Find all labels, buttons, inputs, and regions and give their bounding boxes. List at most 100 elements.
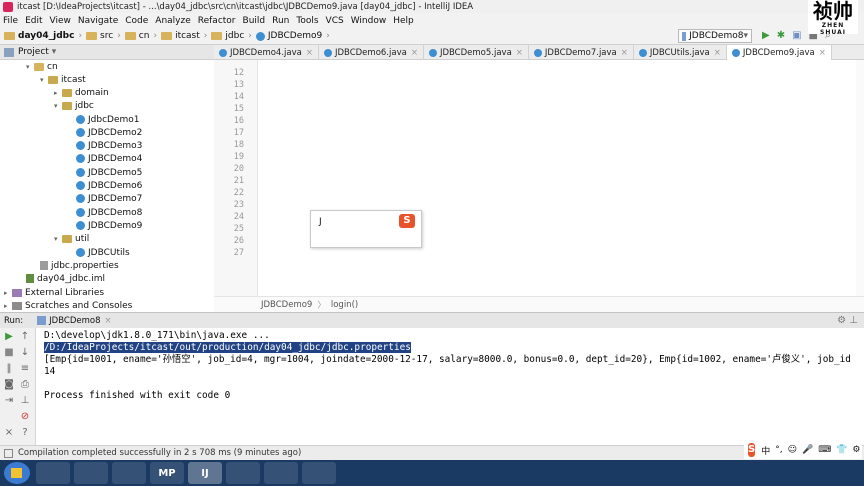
breadcrumb-src[interactable]: src ›	[86, 31, 121, 41]
breadcrumb-itcast[interactable]: itcast ›	[161, 31, 207, 41]
code-editor[interactable]	[258, 60, 858, 296]
project-panel-title[interactable]: Project	[18, 47, 49, 57]
breadcrumb-method[interactable]: login()	[331, 300, 358, 310]
taskbar-app-browser[interactable]	[112, 462, 146, 484]
tab-jdbcdemo5[interactable]: JDBCDemo5.java ×	[424, 45, 529, 60]
console-output[interactable]: D:\develop\jdk1.8.0_171\bin\java.exe ...…	[36, 328, 864, 445]
run-icon[interactable]: ▶	[762, 30, 770, 41]
ime-input-popup[interactable]: J S	[310, 210, 422, 248]
run-configuration-select[interactable]: JDBCDemo8 ▾	[678, 29, 752, 43]
tab-jdbcdemo4[interactable]: JDBCDemo4.java ×	[214, 45, 319, 60]
rerun-icon[interactable]: ▶	[4, 332, 14, 342]
menu-build[interactable]: Build	[243, 16, 266, 26]
menu-window[interactable]: Window	[351, 16, 387, 26]
close-icon[interactable]: ×	[411, 48, 418, 58]
keyboard-icon[interactable]: ⌨	[818, 445, 831, 455]
menu-help[interactable]: Help	[393, 16, 414, 26]
taskbar-app-image-viewer[interactable]	[302, 462, 336, 484]
close-icon[interactable]: ×	[714, 48, 721, 58]
ime-mode-icon[interactable]: 中	[761, 444, 770, 457]
breadcrumb-project[interactable]: day04_jdbc ›	[4, 31, 82, 41]
tree-node-cn[interactable]: ▾ cn	[26, 60, 58, 73]
taskbar-app-file-explorer[interactable]	[74, 462, 108, 484]
tree-node-itcast[interactable]: ▾ itcast	[40, 73, 86, 86]
menu-refactor[interactable]: Refactor	[198, 16, 236, 26]
menu-file[interactable]: File	[3, 16, 18, 26]
taskbar-app-visual-studio[interactable]	[226, 462, 260, 484]
tab-jdbcdemo6[interactable]: JDBCDemo6.java ×	[319, 45, 424, 60]
arrow-up-icon[interactable]: ↑	[20, 332, 30, 342]
run-tab[interactable]: JDBCDemo8 ×	[37, 316, 112, 326]
tab-jdbcdemo7[interactable]: JDBCDemo7.java ×	[529, 45, 634, 60]
pin-icon[interactable]: ⊥	[20, 396, 30, 406]
debug-icon[interactable]: ✱	[777, 30, 785, 41]
start-button[interactable]	[4, 462, 30, 484]
menu-view[interactable]: View	[50, 16, 71, 26]
taskbar-app-intellij[interactable]: IJ	[188, 462, 222, 484]
close-icon[interactable]: ×	[819, 48, 826, 58]
stop-icon[interactable]: ■	[4, 348, 14, 358]
sogou-ime-icon[interactable]: S	[748, 443, 756, 457]
menu-navigate[interactable]: Navigate	[78, 16, 118, 26]
camera-icon[interactable]: ◙	[4, 380, 14, 390]
menu-tools[interactable]: Tools	[296, 16, 318, 26]
tree-node-class[interactable]: JDBCDemo3	[76, 139, 142, 152]
tab-jdbcdemo9[interactable]: JDBCDemo9.java ×	[726, 45, 832, 60]
tree-node-class[interactable]: JdbcDemo1	[76, 113, 140, 126]
breadcrumb-jdbc[interactable]: jdbc ›	[211, 31, 252, 41]
menu-vcs[interactable]: VCS	[326, 16, 344, 26]
close-icon[interactable]: ×	[4, 428, 14, 438]
microphone-icon[interactable]: 🎤	[802, 445, 813, 455]
punctuation-icon[interactable]: °,	[775, 445, 782, 455]
expand-arrow-icon[interactable]: ▾	[26, 63, 34, 71]
tree-node-class[interactable]: JDBCDemo7	[76, 192, 142, 205]
tree-node-class[interactable]: JDBCDemo8	[76, 206, 142, 219]
tree-node-scratches[interactable]: ▸ Scratches and Consoles	[4, 299, 132, 312]
tree-node-domain[interactable]: ▸ domain	[54, 86, 109, 99]
skin-icon[interactable]: 👕	[836, 445, 847, 455]
tree-node-properties[interactable]: jdbc.properties	[40, 259, 119, 272]
taskbar-app-visual-studio[interactable]	[36, 462, 70, 484]
expand-arrow-icon[interactable]: ▾	[54, 235, 62, 243]
exit-icon[interactable]: ⇥	[4, 396, 14, 406]
print-icon[interactable]: ⎙	[20, 380, 30, 390]
panel-toggle-icon[interactable]	[4, 449, 13, 458]
clear-icon[interactable]: ⊘	[20, 412, 30, 422]
collapse-arrow-icon[interactable]: ▸	[4, 289, 12, 297]
soft-wrap-icon[interactable]: ≡	[20, 364, 30, 374]
breadcrumb-class[interactable]: JDBCDemo9 ›	[255, 31, 330, 41]
tree-node-external-libraries[interactable]: ▸ External Libraries	[4, 286, 104, 299]
tab-jdbcutils[interactable]: JDBCUtils.java ×	[634, 45, 727, 60]
chevron-down-icon[interactable]: ▾	[52, 47, 57, 57]
emoji-icon[interactable]: ☺	[788, 445, 797, 455]
breadcrumb-class[interactable]: JDBCDemo9	[261, 300, 312, 310]
menu-code[interactable]: Code	[125, 16, 148, 26]
breadcrumb-cn[interactable]: cn ›	[124, 31, 157, 41]
pause-icon[interactable]: ‖	[4, 364, 14, 374]
tree-node-iml[interactable]: day04_jdbc.iml	[26, 272, 105, 285]
menu-analyze[interactable]: Analyze	[155, 16, 190, 26]
arrow-down-icon[interactable]: ↓	[20, 348, 30, 358]
close-icon[interactable]: ×	[306, 48, 313, 58]
tree-node-class[interactable]: JDBCDemo6	[76, 179, 142, 192]
close-icon[interactable]: ×	[516, 48, 523, 58]
tree-node-class[interactable]: JDBCDemo5	[76, 166, 142, 179]
taskbar-app-help[interactable]	[264, 462, 298, 484]
coverage-icon[interactable]: ▣	[792, 30, 801, 41]
expand-arrow-icon[interactable]: ▾	[54, 102, 62, 110]
gear-icon[interactable]: ⚙ ⊥	[837, 315, 858, 326]
tree-node-class[interactable]: JDBCDemo2	[76, 126, 142, 139]
settings-icon[interactable]: ⚙	[852, 445, 860, 455]
tree-node-jdbc[interactable]: ▾ jdbc	[54, 99, 94, 112]
collapse-arrow-icon[interactable]: ▸	[4, 302, 12, 310]
tree-node-util[interactable]: ▾ util	[54, 232, 89, 245]
expand-arrow-icon[interactable]: ▾	[40, 76, 48, 84]
taskbar-app-mp[interactable]: MP	[150, 462, 184, 484]
tree-node-class[interactable]: JDBCDemo9	[76, 219, 142, 232]
menu-run[interactable]: Run	[272, 16, 289, 26]
collapse-arrow-icon[interactable]: ▸	[54, 89, 62, 97]
tree-node-class[interactable]: JDBCDemo4	[76, 152, 142, 165]
help-icon[interactable]: ?	[20, 428, 30, 438]
menu-edit[interactable]: Edit	[25, 16, 42, 26]
close-icon[interactable]: ×	[105, 316, 112, 326]
